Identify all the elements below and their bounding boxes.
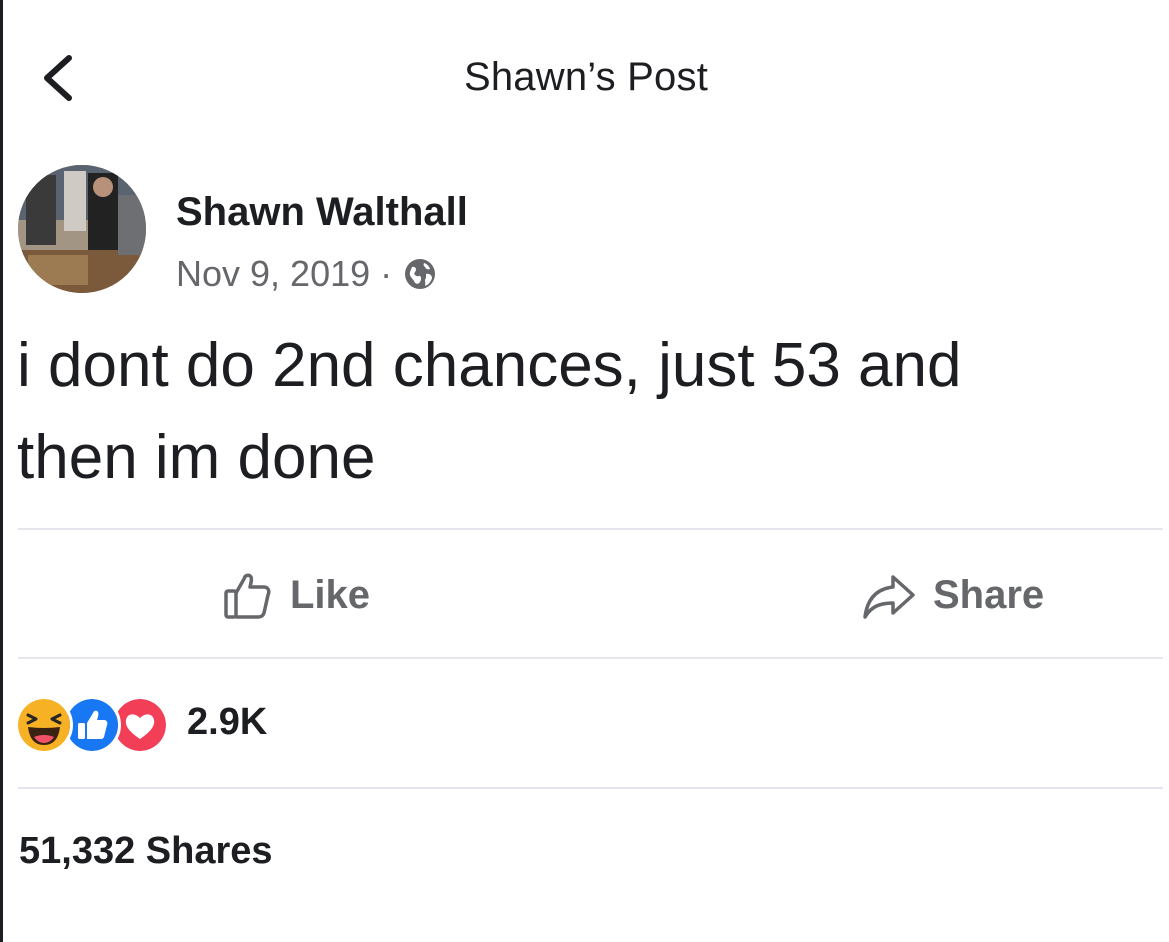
divider: [18, 657, 1163, 659]
post-text: i dont do 2nd chances, just 53 and then …: [17, 320, 1157, 504]
reactions-summary[interactable]: 2.9K: [15, 690, 267, 754]
like-button[interactable]: Like: [220, 565, 370, 625]
top-bar: Shawn’s Post: [3, 0, 1169, 150]
post-meta: Nov 9, 2019 ·: [176, 253, 438, 295]
post-header: Shawn Walthall Nov 9, 2019 ·: [18, 165, 1158, 295]
reaction-count: 2.9K: [187, 700, 268, 743]
share-label: Share: [933, 572, 1045, 617]
divider: [18, 528, 1163, 530]
thumbs-up-icon: [224, 573, 271, 619]
reaction-icons: [15, 693, 175, 754]
shares-count[interactable]: 51,332 Shares: [19, 830, 273, 873]
post-text-line: then im done: [17, 423, 376, 492]
like-label: Like: [290, 572, 371, 617]
author-name[interactable]: Shawn Walthall: [176, 190, 468, 235]
avatar[interactable]: [18, 165, 146, 293]
divider: [18, 787, 1163, 789]
meta-separator: ·: [380, 253, 393, 294]
post-date[interactable]: Nov 9, 2019: [176, 253, 370, 295]
haha-reaction-icon: [15, 696, 73, 754]
share-arrow-icon: [863, 575, 915, 619]
share-button[interactable]: Share: [859, 565, 1044, 625]
page-title: Shawn’s Post: [463, 55, 709, 99]
post-actions: Like Share: [3, 535, 1169, 655]
globe-icon: [402, 256, 438, 292]
post-text-line: i dont do 2nd chances, just 53 and: [17, 331, 962, 400]
